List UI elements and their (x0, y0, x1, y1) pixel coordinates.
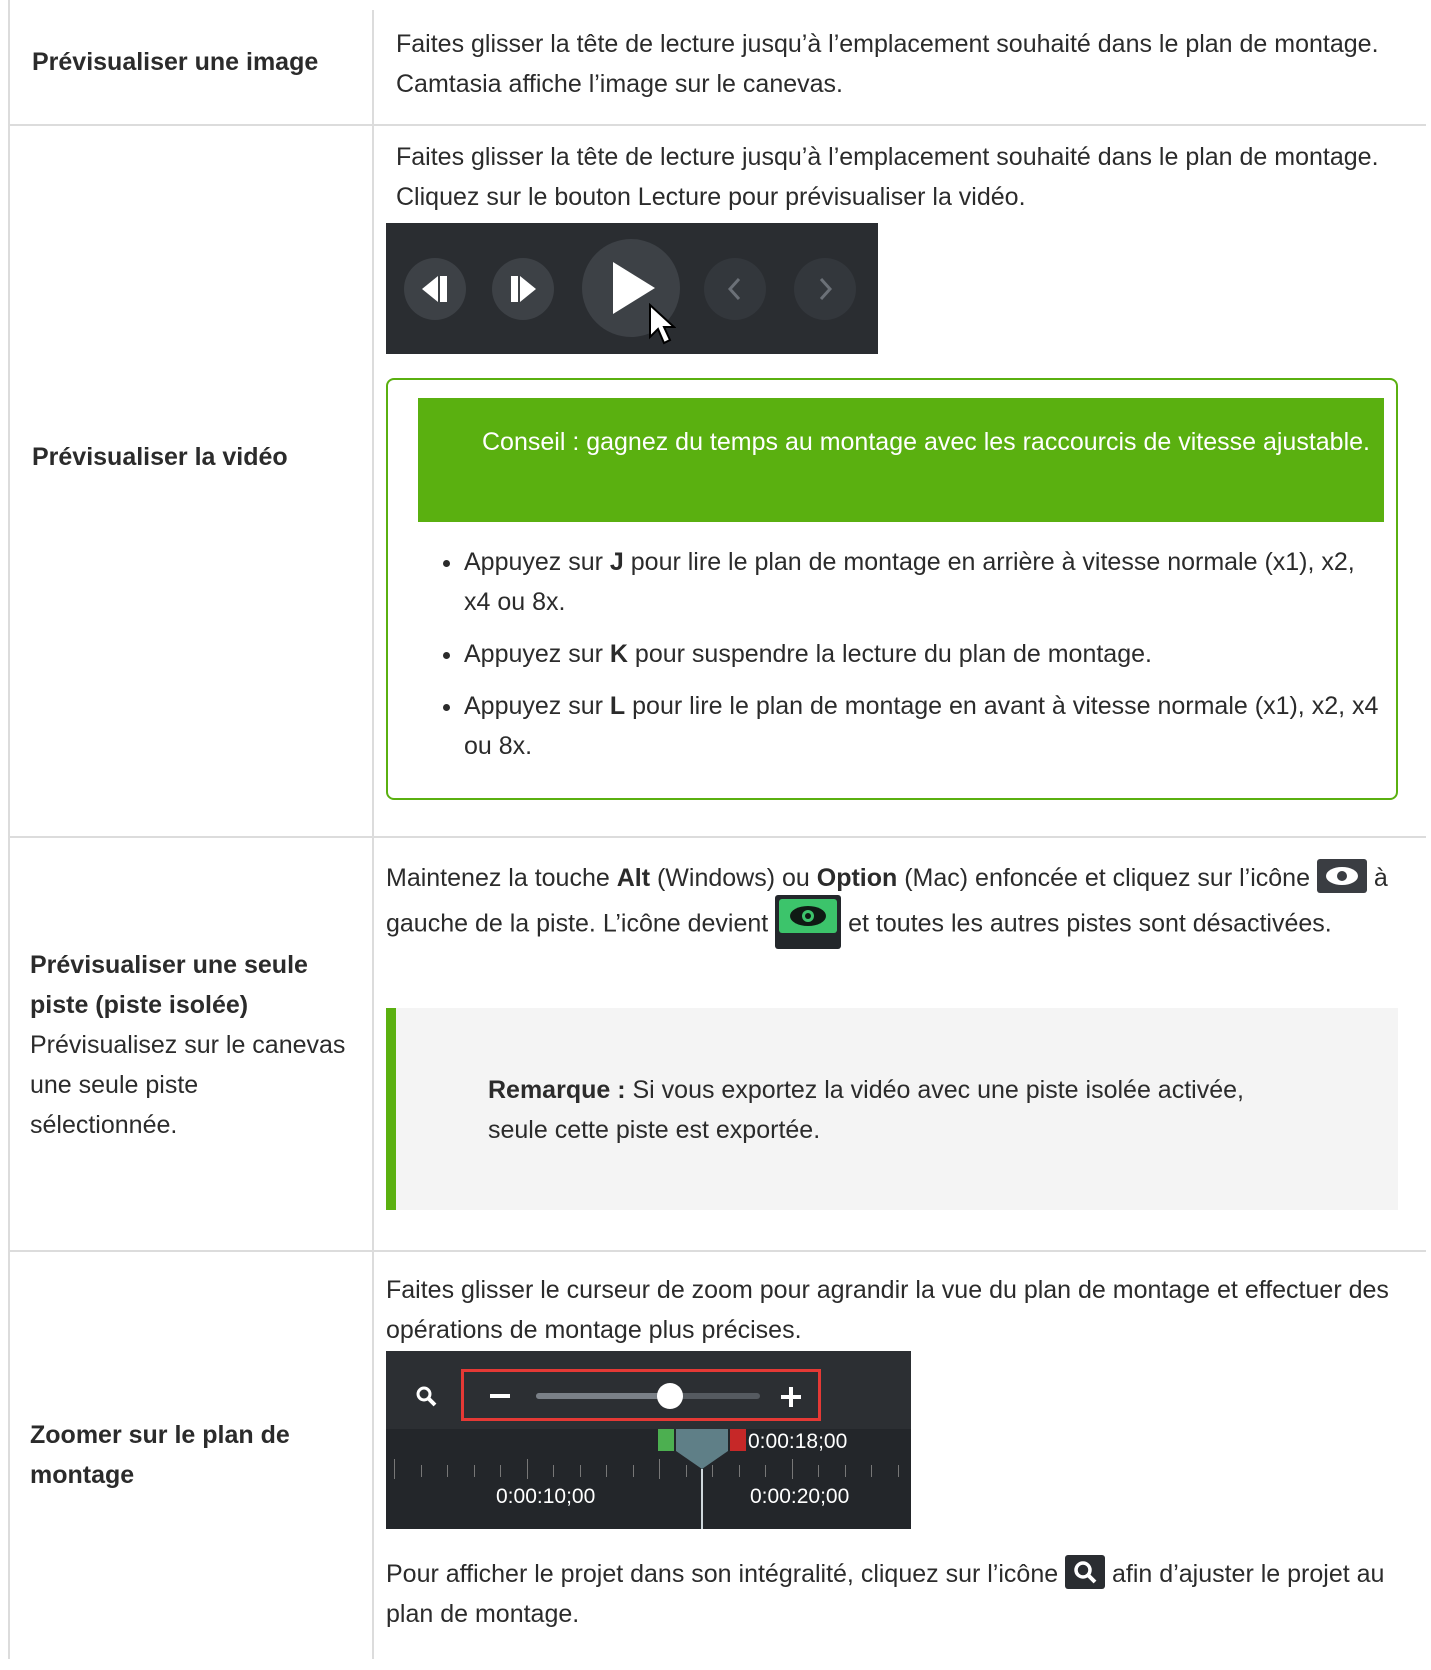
playhead-time: 0:00:18;00 (748, 1430, 848, 1453)
ruler-tick (447, 1465, 448, 1477)
step-back-icon (422, 276, 447, 302)
mouse-cursor-icon (649, 303, 676, 345)
ruler-tick (473, 1465, 475, 1477)
previous-marker-button[interactable] (704, 258, 766, 320)
row-label: Prévisualiser la vidéo (32, 443, 288, 471)
tip-banner: Conseil : gagnez du temps au montage ave… (418, 398, 1384, 522)
chevron-right-icon (819, 277, 833, 301)
ruler-tick (738, 1465, 740, 1477)
ruler-tick (844, 1465, 846, 1477)
playhead-icon[interactable] (672, 1429, 732, 1529)
timeline-zoom-image: 0:00:18;00 0:00:10;00 0:00:20;00 (386, 1351, 911, 1529)
row-label: Zoomer sur le plan de montage (30, 1421, 290, 1489)
ruler-tick (632, 1465, 634, 1477)
zoom-slider-fill (536, 1393, 671, 1399)
shortcut-list: Appuyez sur J pour lire le plan de monta… (388, 542, 1384, 778)
solo-eye-icon (775, 895, 842, 949)
ruler-tick (818, 1465, 819, 1477)
note-text: Remarque : Si vous exportez la vidéo ave… (488, 1076, 1244, 1144)
step-forward-button[interactable] (492, 258, 554, 320)
row-label: Prévisualiser une seule piste (piste iso… (30, 951, 346, 1139)
row-label: Prévisualiser une image (32, 48, 319, 76)
row-description: Maintenez la touche Alt (Windows) ou Opt… (386, 858, 1398, 952)
note-box: Remarque : Si vous exportez la vidéo ave… (386, 1008, 1398, 1210)
ruler-tick (394, 1459, 395, 1479)
list-item: Appuyez sur J pour lire le plan de monta… (464, 542, 1384, 622)
chevron-left-icon (727, 277, 741, 301)
row-description: Pour afficher le projet dans son intégra… (386, 1554, 1398, 1634)
ruler-tick (606, 1465, 607, 1477)
ruler-tick (871, 1465, 872, 1477)
row-description: Faites glisser la tête de lecture jusqu’… (396, 30, 1379, 98)
zoom-out-icon[interactable] (490, 1394, 510, 1398)
ruler-tick (500, 1465, 501, 1477)
ruler-label: 0:00:10;00 (496, 1485, 596, 1508)
search-icon (1065, 1555, 1106, 1590)
list-item: Appuyez sur L pour lire le plan de monta… (464, 686, 1384, 766)
row-description: Faites glisser le curseur de zoom pour a… (386, 1276, 1389, 1344)
ruler-tick (897, 1465, 899, 1477)
timeline-ruler (386, 1459, 911, 1479)
list-item: Appuyez sur K pour suspendre la lecture … (464, 634, 1384, 674)
tip-box: Conseil : gagnez du temps au montage ave… (386, 378, 1398, 800)
ruler-label: 0:00:20;00 (750, 1485, 850, 1508)
ruler-tick (579, 1465, 581, 1477)
step-forward-icon (511, 276, 536, 302)
eye-icon (1316, 859, 1367, 894)
zoom-in-icon[interactable] (780, 1386, 802, 1408)
ruler-tick (553, 1465, 554, 1477)
ruler-tick (420, 1465, 422, 1477)
ruler-tick (765, 1465, 766, 1477)
playback-controls-image (386, 223, 878, 354)
search-icon (416, 1386, 437, 1407)
ruler-tick (526, 1459, 528, 1479)
next-marker-button[interactable] (794, 258, 856, 320)
ruler-tick (659, 1459, 660, 1479)
ruler-tick (791, 1459, 793, 1479)
row-description: Faites glisser la tête de lecture jusqu’… (396, 143, 1379, 211)
step-back-button[interactable] (404, 258, 466, 320)
